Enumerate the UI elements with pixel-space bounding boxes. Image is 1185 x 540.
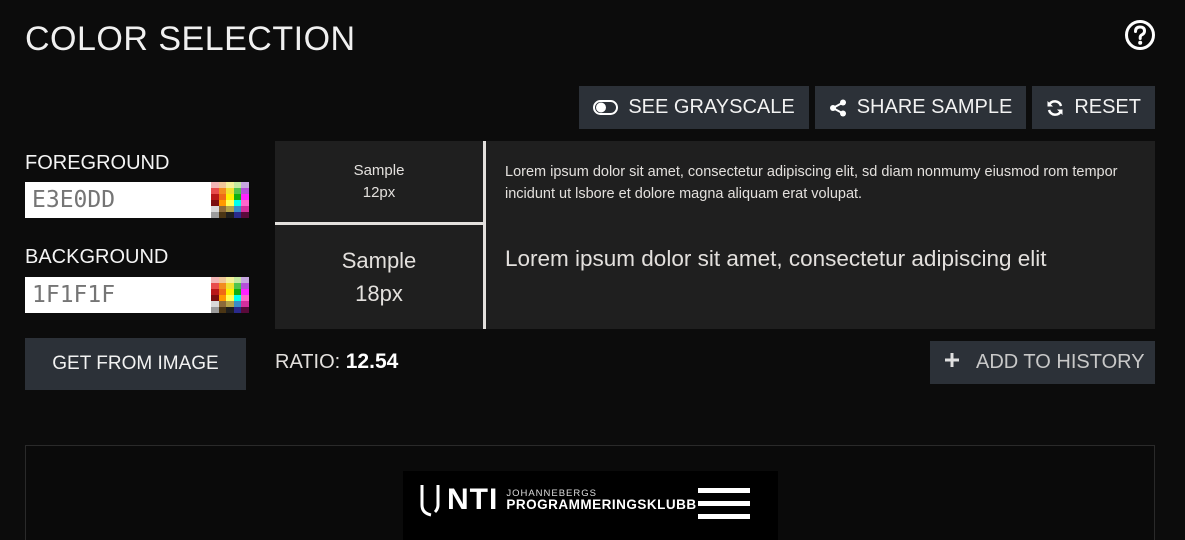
plus-icon xyxy=(944,351,960,374)
sample-12px-label: Sample 12px xyxy=(275,141,483,222)
hamburger-menu-icon xyxy=(698,488,750,527)
share-sample-button[interactable]: SHARE SAMPLE xyxy=(814,86,1027,129)
see-grayscale-button[interactable]: SEE GRAYSCALE xyxy=(579,86,809,129)
sample-18px-text: Lorem ipsum dolor sit amet, consectetur … xyxy=(505,246,1047,271)
swatch-cell xyxy=(211,307,219,313)
image-preview-area: NTI JOHANNEBERGS PROGRAMMERINGSKLUBB xyxy=(25,445,1155,540)
swatch-cell xyxy=(211,212,219,218)
nti-shield-icon xyxy=(420,485,440,517)
sample-12px-label-line1: Sample xyxy=(353,161,405,179)
swatch-cell xyxy=(241,212,249,218)
question-circle-icon[interactable] xyxy=(1124,19,1156,51)
foreground-color-picker-icon[interactable] xyxy=(211,182,249,218)
sample-12px-text: Lorem ipsum dolor sit amet, consectetur … xyxy=(505,164,1118,202)
sample-18px-label: Sample 18px xyxy=(275,225,483,329)
refresh-icon xyxy=(1046,99,1064,117)
add-to-history-button[interactable]: ADD TO HISTORY xyxy=(930,341,1155,384)
toggle-icon xyxy=(593,100,619,115)
page-title: COLOR SELECTION xyxy=(25,20,356,58)
contrast-ratio: RATIO: 12.54 xyxy=(275,350,398,374)
swatch-cell xyxy=(218,212,227,218)
nti-logo: NTI JOHANNEBERGS PROGRAMMERINGSKLUBB xyxy=(419,483,697,517)
swatch-cell xyxy=(226,212,234,218)
sample-12px-label-line2: 12px xyxy=(362,183,396,201)
swatch-cell xyxy=(233,212,242,218)
nti-logo-text: NTI xyxy=(447,483,499,516)
uploaded-image: NTI JOHANNEBERGS PROGRAMMERINGSKLUBB xyxy=(403,471,778,540)
background-label: BACKGROUND xyxy=(25,246,169,268)
background-field xyxy=(25,277,249,313)
toolbar: SEE GRAYSCALE SHARE SAMPLE RESET xyxy=(579,86,1155,129)
foreground-input[interactable] xyxy=(25,182,211,218)
reset-label: RESET xyxy=(1074,96,1141,118)
swatch-cell xyxy=(233,307,242,313)
swatch-cell xyxy=(218,307,227,313)
share-sample-label: SHARE SAMPLE xyxy=(856,96,1013,118)
sample-18px-label-line2: 18px xyxy=(355,281,403,306)
ratio-label: RATIO: xyxy=(275,351,341,373)
club-name: JOHANNEBERGS PROGRAMMERINGSKLUBB xyxy=(506,488,697,512)
add-to-history-label: ADD TO HISTORY xyxy=(976,351,1145,373)
get-from-image-button[interactable]: GET FROM IMAGE xyxy=(25,338,246,390)
sample-divider-vertical xyxy=(483,141,486,329)
foreground-label: FOREGROUND xyxy=(25,152,170,174)
see-grayscale-label: SEE GRAYSCALE xyxy=(628,96,795,118)
foreground-field xyxy=(25,182,249,218)
swatch-cell xyxy=(241,307,249,313)
swatch-cell xyxy=(226,307,234,313)
sample-preview: Sample 12px Sample 18px Lorem ipsum dolo… xyxy=(275,141,1155,329)
background-input[interactable] xyxy=(25,277,211,313)
reset-button[interactable]: RESET xyxy=(1032,86,1155,129)
sample-18px-label-line1: Sample xyxy=(341,248,417,273)
share-icon xyxy=(829,99,847,117)
background-color-picker-icon[interactable] xyxy=(211,277,249,313)
club-name-big: PROGRAMMERINGSKLUBB xyxy=(506,497,697,512)
ratio-value: 12.54 xyxy=(345,350,399,373)
